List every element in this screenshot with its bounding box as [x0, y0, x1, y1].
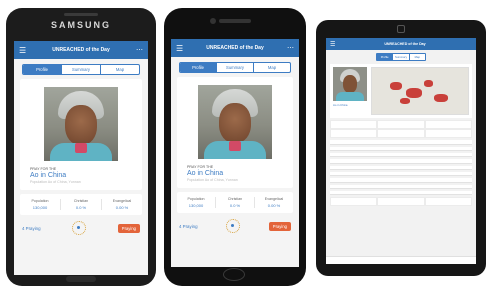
stat-population: Population 130,000 [20, 199, 60, 210]
tab-summary[interactable]: Summary [216, 63, 253, 72]
praying-button[interactable]: Praying [268, 221, 291, 231]
stat-evangelical: Evangelical 0.00 % [101, 199, 142, 210]
stats-row: Population 130,000 Christian 0.0 % Evang… [177, 192, 293, 213]
front-camera [397, 25, 405, 33]
stat-value: 0.00 % [115, 205, 129, 210]
portrait-container [177, 77, 293, 163]
tab-bar: Profile Summary Map [179, 62, 291, 73]
stat-value: 0.0 % [229, 203, 241, 208]
home-button[interactable] [223, 268, 245, 281]
people-group-name: Ao in China [187, 170, 224, 177]
summary-section-line [330, 159, 472, 164]
stat-label: Evangelical [264, 197, 284, 201]
hamburger-menu-icon[interactable]: ☰ [330, 41, 338, 48]
summary-section-line [330, 153, 472, 157]
people-group-subtitle: Population Ao of China, Yunnan [187, 178, 238, 182]
samsung-phone-frame: SAMSUNG ☰ UNREACHED of the Day ⋯ Profile… [6, 8, 156, 286]
people-group-photo [44, 87, 118, 161]
iphone-frame: ☰ UNREACHED of the Day ⋯ Profile Summary… [164, 8, 306, 286]
tab-summary[interactable]: Summary [392, 54, 408, 60]
people-group-photo [333, 67, 367, 101]
summary-section-line [330, 191, 472, 195]
samsung-brand-label: SAMSUNG [50, 20, 111, 30]
phone-speaker [219, 19, 251, 23]
summary-section-line [330, 172, 472, 176]
location-map[interactable] [371, 67, 469, 115]
praying-count: 4 Praying [179, 223, 198, 229]
praying-button[interactable]: Praying [117, 223, 140, 233]
app-title: UNREACHED of the Day [52, 47, 110, 53]
home-button[interactable] [66, 276, 96, 282]
profile-column: Ao in China [333, 67, 367, 115]
stat-label: Evangelical [112, 199, 132, 203]
stats-grid [330, 120, 472, 138]
stat-label: Christian [73, 199, 89, 203]
tab-summary[interactable]: Summary [61, 65, 100, 74]
tablet-screen: ☰ UNREACHED of the Day Profile Summary M… [326, 38, 476, 264]
summary-section-line [330, 178, 472, 183]
front-camera [210, 18, 216, 24]
stat-label: Population [31, 199, 49, 203]
hamburger-menu-icon[interactable]: ☰ [19, 46, 29, 55]
app-header: ☰ UNREACHED of the Day ⋯ [171, 39, 299, 57]
phone-speaker [64, 13, 98, 16]
tab-profile[interactable]: Profile [180, 63, 216, 72]
people-group-photo [198, 85, 272, 159]
summary-section-line [330, 140, 472, 145]
tab-bar: Profile Summary Map [376, 53, 426, 61]
hamburger-menu-icon[interactable]: ☰ [176, 44, 186, 53]
stat-value: 0.0 % [75, 205, 87, 210]
stat-label: Christian [227, 197, 243, 201]
tablet-frame: ☰ UNREACHED of the Day Profile Summary M… [316, 20, 486, 276]
people-group-subtitle: Population Ao of China, Yunnan [30, 180, 81, 184]
stat-label: Population [187, 197, 205, 201]
stat-christian: Christian 0.0 % [215, 197, 254, 208]
summary-section-line [330, 166, 472, 170]
summary-section-line [330, 185, 472, 189]
stats-row: Population 130,000 Christian 0.0 % Evang… [20, 194, 142, 215]
tab-map[interactable]: Map [408, 54, 425, 60]
stat-value: 0.00 % [267, 203, 281, 208]
more-dots-icon[interactable]: ⋯ [284, 44, 294, 52]
stat-christian: Christian 0.0 % [60, 199, 101, 210]
tab-map[interactable]: Map [100, 65, 139, 74]
profile-overview: Ao in China [330, 64, 472, 118]
praying-count: 4 Praying [22, 225, 41, 231]
app-title: UNREACHED of the Day [384, 42, 426, 46]
profile-card: PRAY FOR THE Ao in China Population Ao o… [177, 77, 293, 188]
stat-value: 130,000 [188, 203, 204, 208]
app-title: UNREACHED of the Day [206, 45, 264, 51]
profile-card: PRAY FOR THE Ao in China Population Ao o… [20, 79, 142, 190]
people-group-name: Ao in China [30, 172, 67, 179]
ministry-logo-icon [226, 219, 241, 233]
stat-value: 130,000 [32, 205, 48, 210]
people-group-name: Ao in China [333, 103, 348, 107]
tab-bar: Profile Summary Map [22, 64, 140, 75]
app-footer: 4 Praying Praying [22, 221, 140, 235]
portrait-container [20, 79, 142, 165]
tab-profile[interactable]: Profile [23, 65, 61, 74]
tab-profile[interactable]: Profile [377, 54, 393, 60]
details-grid [330, 197, 472, 206]
app-footer: 4 Praying Praying [179, 219, 291, 233]
iphone-screen: ☰ UNREACHED of the Day ⋯ Profile Summary… [171, 39, 299, 267]
stat-population: Population 130,000 [177, 197, 215, 208]
tab-map[interactable]: Map [253, 63, 290, 72]
ministry-logo-icon [72, 221, 87, 235]
more-dots-icon[interactable]: ⋯ [133, 46, 143, 54]
app-header: ☰ UNREACHED of the Day ⋯ [14, 41, 148, 59]
summary-section-line [330, 147, 472, 151]
stat-evangelical: Evangelical 0.00 % [254, 197, 293, 208]
app-header: ☰ UNREACHED of the Day [326, 38, 476, 50]
tablet-footer-bar [326, 256, 476, 264]
samsung-screen: ☰ UNREACHED of the Day ⋯ Profile Summary… [14, 41, 148, 275]
